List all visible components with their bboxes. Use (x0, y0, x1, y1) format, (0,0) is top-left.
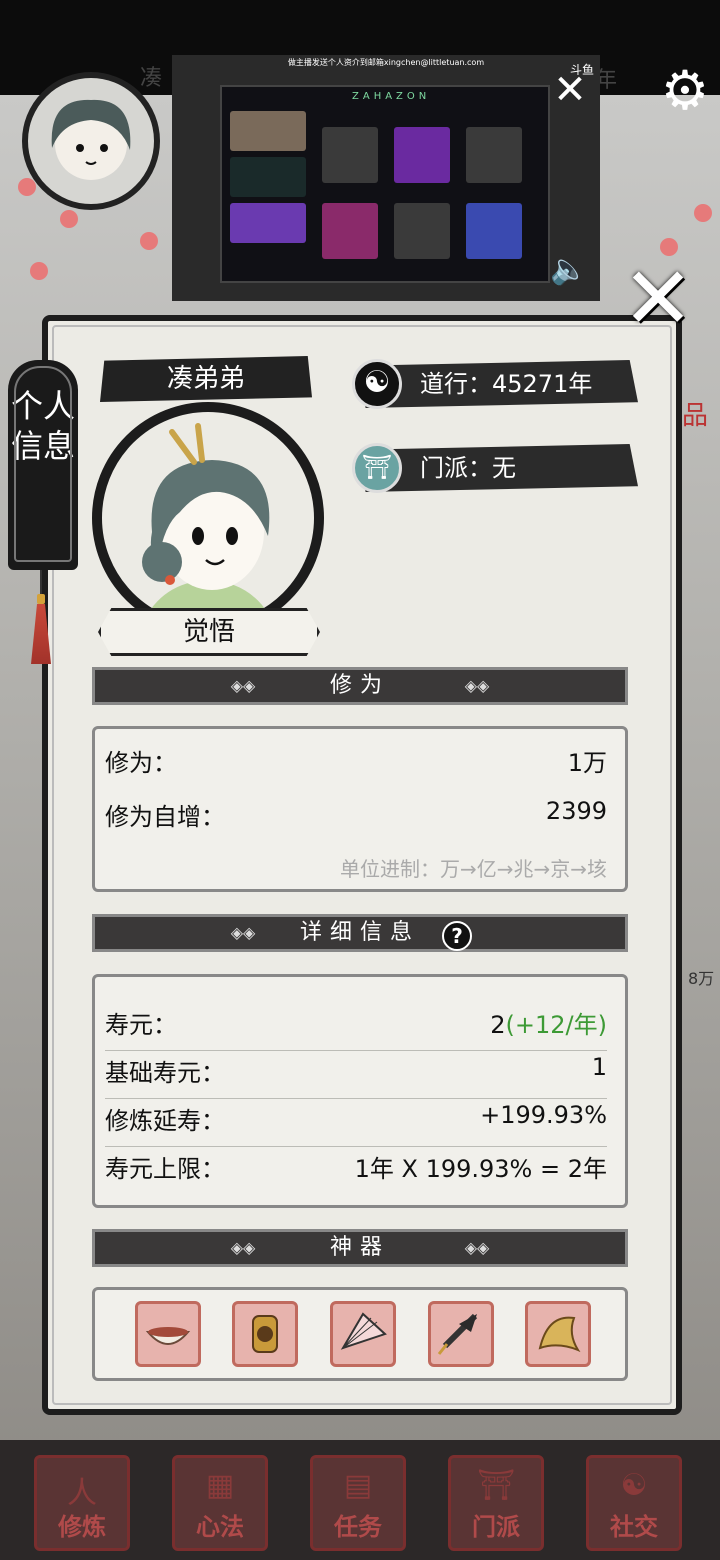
nav-task-button[interactable]: ▤ 任务 (310, 1455, 406, 1551)
player-portrait (92, 402, 324, 634)
title-badge: 觉悟 (98, 608, 320, 656)
diamond-ornament-icon: ◈◈ (464, 676, 490, 695)
section-header-artifacts: ◈◈ 神器 ◈◈ (92, 1229, 628, 1267)
nav-social-button[interactable]: ☯ 社交 (586, 1455, 682, 1551)
product-thumb (394, 203, 450, 259)
blossom-decoration (30, 262, 48, 280)
cultivate-icon: 人 (67, 1476, 97, 1511)
tab-border (14, 366, 72, 562)
temple-icon: ⛩ (352, 443, 402, 493)
background-title: 凑 (140, 66, 163, 91)
cultivation-row: 修为： 1万 (105, 749, 607, 777)
close-icon[interactable]: ✕ (550, 70, 590, 110)
social-icon: ☯ (620, 1468, 648, 1503)
cultivation-growth-row: 修为自增： 2399 (105, 797, 607, 831)
background-mark: 品 (682, 401, 709, 431)
stream-screen-title: ZAHAZON (352, 91, 431, 102)
base-lifespan-row: 基础寿元： 1 (105, 1053, 607, 1099)
task-icon: ▤ (343, 1468, 373, 1503)
blossom-decoration (140, 232, 158, 250)
player-name: 凑弟弟 (100, 356, 312, 402)
avatar[interactable] (22, 72, 160, 210)
nav-cultivate-button[interactable]: 人 修炼 (34, 1455, 130, 1551)
umbrella-icon[interactable] (428, 1301, 494, 1367)
scroll-icon: ▦ (205, 1468, 235, 1503)
sidebar-thumb (230, 157, 306, 197)
section-header-cultivation: ◈◈ 修为 ◈◈ (92, 667, 628, 705)
nav-sect-button[interactable]: ⛩ 门派 (448, 1455, 544, 1551)
tassel-knot (37, 594, 45, 604)
lifespan-growth: (+12/年) (505, 1011, 607, 1039)
lifespan-row: 寿元： 2(+12/年) (105, 1005, 607, 1051)
divider (105, 1050, 607, 1051)
stream-caption: 做主播发送个人资介到邮箱xingchen@littletuan.com (287, 58, 485, 67)
product-thumb (394, 127, 450, 183)
product-thumb (322, 203, 378, 259)
yin-yang-icon: ☯ (352, 359, 402, 409)
section-header-details: ◈◈ 详细信息 (92, 914, 628, 952)
blossom-decoration (18, 178, 36, 196)
speaker-icon[interactable]: 🔈 (548, 252, 590, 288)
tassel-cord (40, 570, 42, 596)
diamond-ornament-icon: ◈◈ (230, 676, 256, 695)
sidebar-thumb (230, 111, 306, 151)
divider (105, 1146, 607, 1147)
gear-icon[interactable]: ⚙ (654, 60, 716, 122)
unit-note: 单位进制：万→亿→兆→京→垓 (339, 857, 607, 881)
nav-method-button[interactable]: ▦ 心法 (172, 1455, 268, 1551)
token-icon[interactable] (232, 1301, 298, 1367)
lifespan-limit-row: 寿元上限： 1年 X 199.93% = 2年 (105, 1155, 607, 1183)
diamond-ornament-icon: ◈◈ (230, 1238, 256, 1257)
diamond-ornament-icon: ◈◈ (230, 923, 256, 942)
close-panel-button[interactable]: ✕ (616, 256, 700, 342)
divider (105, 1098, 607, 1099)
diamond-ornament-icon: ◈◈ (464, 1238, 490, 1257)
help-icon[interactable]: ? (442, 921, 472, 951)
product-thumb (322, 127, 378, 183)
sect-value: 门派：无 (420, 454, 516, 482)
blossom-decoration (694, 204, 712, 222)
cultivation-box: 修为： 1万 修为自增： 2399 单位进制：万→亿→兆→京→垓 (92, 726, 628, 892)
lifespan-extension-row: 修炼延寿： +199.93% (105, 1101, 607, 1147)
product-thumb (466, 203, 522, 259)
blossom-decoration (60, 210, 78, 228)
sidebar-thumb (230, 203, 306, 243)
stream-screen: ZAHAZON (220, 85, 550, 283)
bowl-icon[interactable] (135, 1301, 201, 1367)
daoxing-value: 道行：45271年 (420, 370, 593, 398)
product-thumb (466, 127, 522, 183)
claw-icon[interactable] (525, 1301, 591, 1367)
details-box: 寿元： 2(+12/年) 基础寿元： 1 修炼延寿： +199.93% 寿元上限… (92, 974, 628, 1208)
stream-video-overlay[interactable]: 做主播发送个人资介到邮箱xingchen@littletuan.com 斗鱼 Z… (172, 55, 600, 301)
background-value: 8万 (688, 969, 715, 988)
sect-icon: ⛩ (476, 1468, 516, 1503)
fan-icon[interactable] (330, 1301, 396, 1367)
